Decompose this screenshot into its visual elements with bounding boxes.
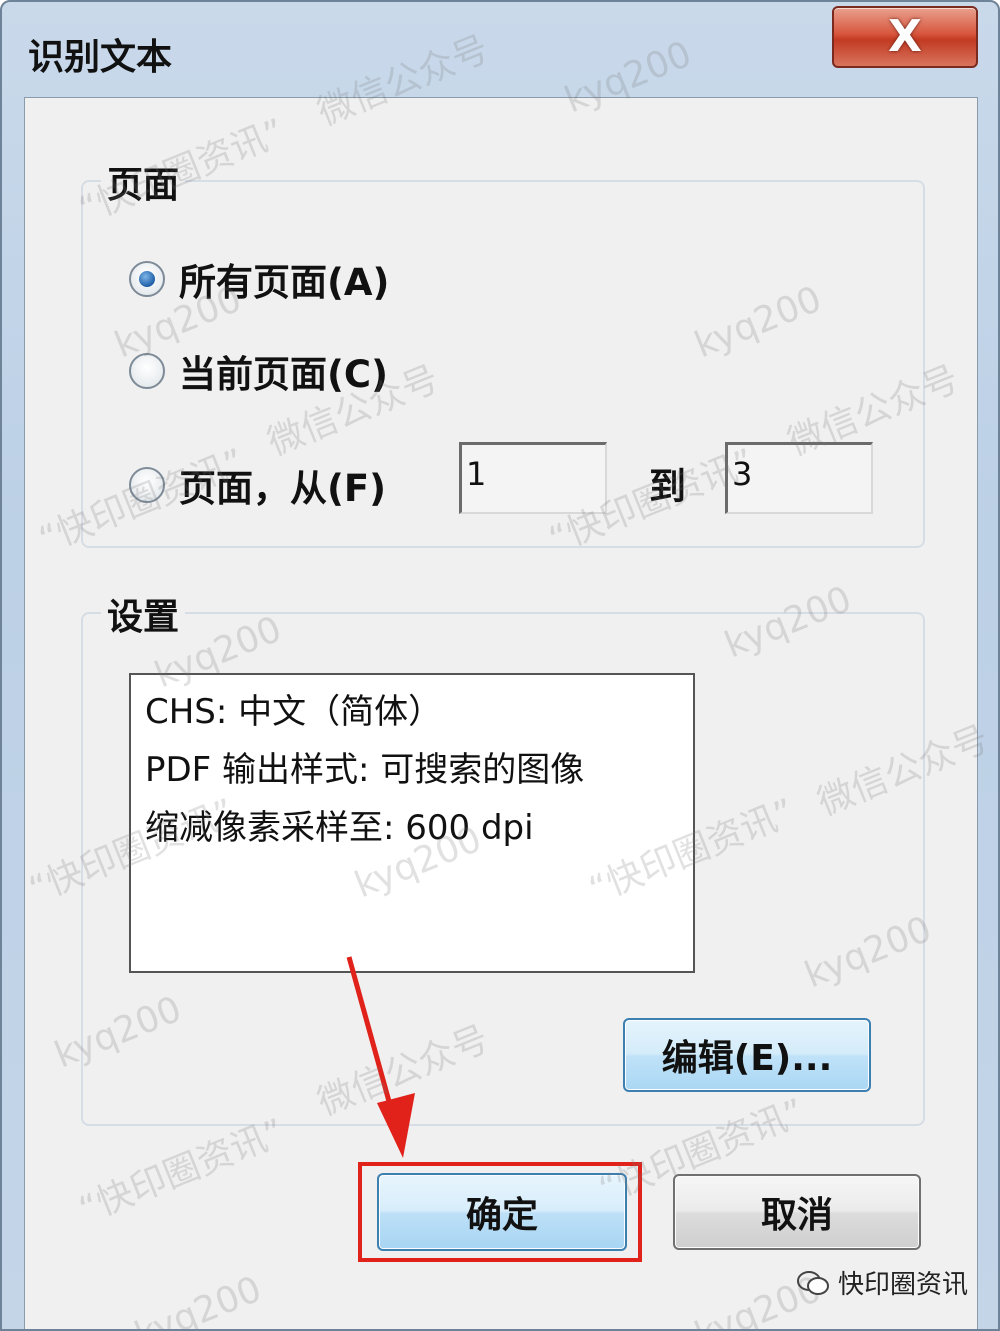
radio-current-page-label: 当前页面(C) <box>179 353 388 396</box>
radio-all-pages-label: 所有页面(A) <box>179 261 390 304</box>
radio-current-page[interactable]: 当前页面(C) <box>129 344 388 398</box>
cancel-button[interactable]: 取消 <box>673 1174 921 1250</box>
dialog-window: 识别文本 X 页面 所有页面(A) 当前页面(C) 页面，从(F) 1 到 3 … <box>0 0 1000 1331</box>
ok-button-highlight <box>358 1162 642 1262</box>
brand-badge: 快印圈资讯 <box>796 1264 968 1301</box>
radio-all-pages[interactable]: 所有页面(A) <box>129 252 389 306</box>
settings-language-line: CHS: 中文（简体） <box>145 692 443 732</box>
close-button[interactable]: X <box>832 6 978 68</box>
page-to-label: 到 <box>649 465 686 508</box>
page-from-input[interactable]: 1 <box>459 442 607 514</box>
settings-output-style-line: PDF 输出样式: 可搜索的图像 <box>145 750 585 790</box>
brand-text: 快印圈资讯 <box>837 1270 968 1300</box>
dialog-client-area: 页面 所有页面(A) 当前页面(C) 页面，从(F) 1 到 3 设置 CHS:… <box>24 97 978 1329</box>
radio-selected-dot <box>139 271 155 287</box>
wechat-icon <box>796 1270 829 1295</box>
pages-group-label: 页面 <box>101 156 186 208</box>
settings-group-label: 设置 <box>101 588 186 640</box>
radio-button[interactable] <box>129 353 165 389</box>
close-icon: X <box>888 11 922 62</box>
title-bar: 识别文本 X <box>2 2 998 97</box>
radio-page-range-label: 页面，从(F) <box>179 467 387 510</box>
red-arrow-annotation <box>346 956 415 1158</box>
radio-button[interactable] <box>129 467 165 503</box>
settings-downsample-line: 缩减像素采样至: 600 dpi <box>145 808 534 848</box>
window-title: 识别文本 <box>28 37 173 78</box>
settings-summary-box: CHS: 中文（简体） PDF 输出样式: 可搜索的图像 缩减像素采样至: 60… <box>129 673 695 973</box>
radio-page-range[interactable]: 页面，从(F) <box>129 458 386 512</box>
edit-button[interactable]: 编辑(E)... <box>623 1018 871 1092</box>
radio-button-checked[interactable] <box>129 261 165 297</box>
page-to-input[interactable]: 3 <box>725 442 873 514</box>
